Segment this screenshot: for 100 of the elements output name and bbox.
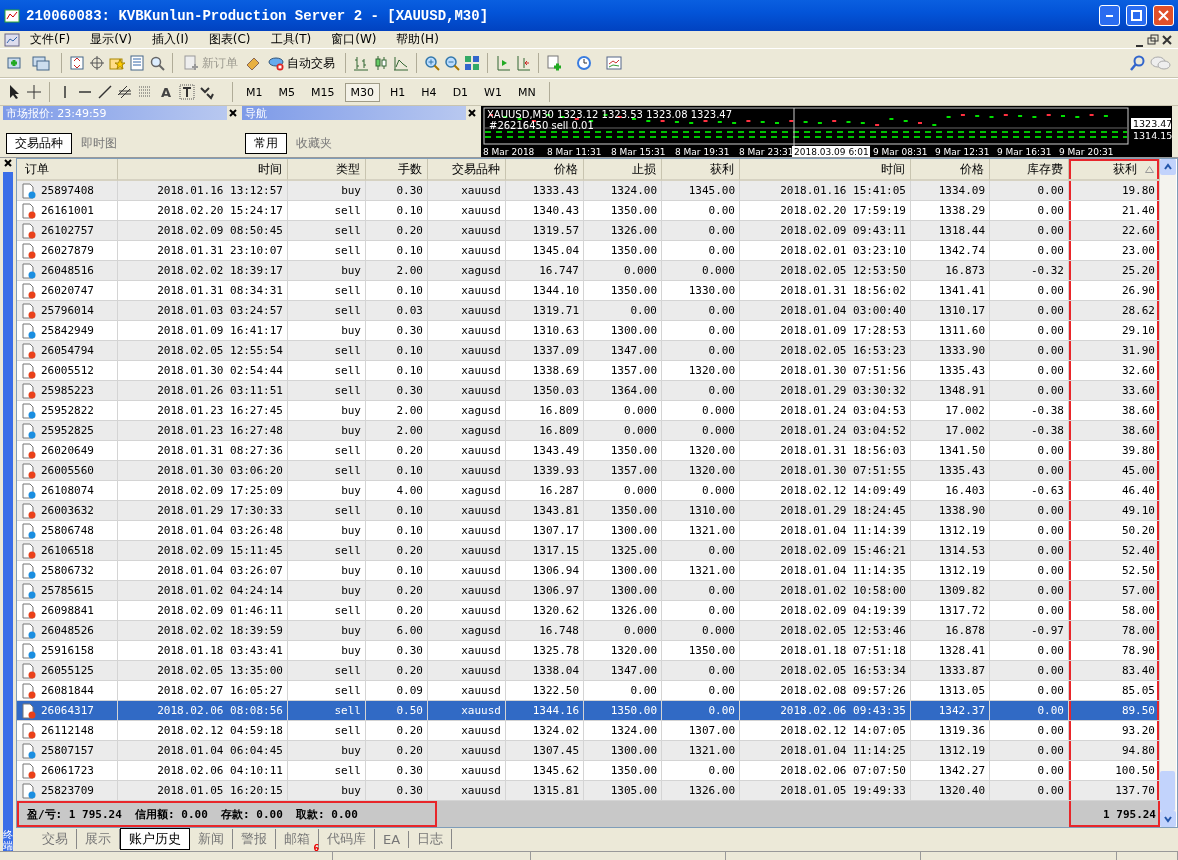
panel-tab[interactable]: 常用: [245, 133, 287, 154]
time-label: 9 Mar 16:31: [997, 147, 1052, 157]
crosshair-icon[interactable]: [89, 55, 105, 71]
restore-icon[interactable]: [1146, 32, 1160, 47]
table-cell: 0.000: [662, 621, 740, 641]
table-row[interactable]: 26106518 2018.02.09 15:11:45 sell 0.20 xauusd 1317.15 1325.00 0.00 2018.02.09 15:46:21 1314.53 0.00 52.40: [17, 541, 1160, 561]
close-button[interactable]: [1153, 5, 1174, 26]
table-row[interactable]: 26048516 2018.02.02 18:39:17 buy 2.00 xagusd 16.747 0.000 0.000 2018.02.05 12:53:50 16.873 -0.32 25.20: [17, 261, 1160, 281]
menu-item[interactable]: 显示(V): [80, 31, 142, 48]
search-icon[interactable]: [1130, 55, 1146, 71]
scroll-down-icon[interactable]: [1163, 814, 1173, 824]
autoscroll-icon[interactable]: [495, 55, 511, 71]
table-cell: 0.00: [990, 541, 1069, 561]
table-row[interactable]: 26054794 2018.02.05 12:55:54 sell 0.10 xauusd 1337.09 1347.00 0.00 2018.02.05 16:53:23 1333.90 0.00 31.90: [17, 341, 1160, 361]
table-row[interactable]: 25807157 2018.01.04 06:04:45 buy 0.20 xauusd 1307.45 1300.00 1321.00 2018.01.04 11:14:25 1312.19 0.00 94.80: [17, 741, 1160, 761]
timeframe-button[interactable]: MN: [511, 82, 542, 102]
table-cell: 0.10: [366, 341, 428, 361]
table-cell: 0.000: [662, 261, 740, 281]
table-cell: 2018.01.24 03:04:52: [740, 421, 911, 441]
timeframe-button[interactable]: M15: [305, 82, 341, 102]
chart-window-icon[interactable]: [4, 31, 20, 48]
close-icon[interactable]: [1160, 32, 1174, 47]
scrollbar[interactable]: [1160, 159, 1176, 827]
table-cell: 0.00: [662, 381, 740, 401]
zoom-out-icon[interactable]: [444, 55, 460, 71]
chart-shift-icon[interactable]: [515, 55, 531, 71]
terminal-tab[interactable]: 交易: [34, 829, 77, 849]
bucket-icon[interactable]: [245, 55, 261, 71]
terminal-tab[interactable]: 代码库: [319, 829, 375, 849]
table-row[interactable]: 26064317 2018.02.06 08:08:56 sell 0.50 xauusd 1344.16 1350.00 0.00 2018.02.06 09:43:35 1342.37 0.00 89.50: [17, 701, 1160, 721]
terminal-tab[interactable]: 邮箱 6: [276, 829, 319, 849]
menu-item[interactable]: 窗口(W): [321, 31, 387, 48]
column-header[interactable]: 获利: [1069, 159, 1160, 181]
channel-icon[interactable]: [117, 84, 133, 100]
table-row[interactable]: 25952825 2018.01.23 16:27:48 buy 2.00 xagusd 16.809 0.000 0.000 2018.01.24 03:04:52 17.002 -0.38 38.60: [17, 421, 1160, 441]
menu-item[interactable]: 图表(C): [198, 31, 261, 48]
price-label: 1314.15: [1133, 130, 1172, 141]
menu-item[interactable]: 插入(I): [141, 31, 199, 48]
table-cell: 0.03: [366, 301, 428, 321]
table-row[interactable]: 26102757 2018.02.09 08:50:45 sell 0.20 xauusd 1319.57 1326.00 0.00 2018.02.09 09:43:11 1318.44 0.00 22.60: [17, 221, 1160, 241]
timeframe-button[interactable]: M5: [272, 82, 302, 102]
terminal-tab[interactable]: 账户历史: [120, 828, 190, 850]
text-tool[interactable]: A: [157, 84, 176, 100]
panel-tab[interactable]: 交易品种: [6, 133, 72, 154]
scroll-thumb[interactable]: [1160, 771, 1175, 811]
table-row[interactable]: 25823709 2018.01.05 16:20:15 buy 0.30 xauusd 1315.81 1305.00 1326.00 2018.01.05 19:49:33 1320.40 0.00 137.70: [17, 781, 1160, 801]
close-icon[interactable]: [466, 107, 478, 119]
table-row[interactable]: 25985223 2018.01.26 03:11:51 sell 0.30 xauusd 1350.03 1364.00 0.00 2018.01.29 03:30:32 1348.91 0.00 33.60: [17, 381, 1160, 401]
candlestick-icon[interactable]: [373, 55, 389, 71]
close-icon[interactable]: [227, 107, 239, 119]
auto-trading-button[interactable]: 自动交易: [265, 52, 338, 74]
timeframe-button[interactable]: H4: [415, 82, 443, 102]
timeframe-button[interactable]: H1: [384, 82, 412, 102]
table-row[interactable]: 25897408 2018.01.16 13:12:57 buy 0.30 xauusd 1333.43 1324.00 1345.00 2018.01.16 15:41:05 1334.09 0.00 19.80: [17, 181, 1160, 201]
table-cell: 0.00: [662, 221, 740, 241]
table-row[interactable]: 26005560 2018.01.30 03:06:20 sell 0.10 xauusd 1339.93 1357.00 1320.00 2018.01.30 07:51:55 1335.43 0.00 45.00: [17, 461, 1160, 481]
timeframe-button[interactable]: D1: [446, 82, 475, 102]
table-cell: sell: [288, 541, 366, 561]
table-cell: 2018.02.06 09:43:35: [740, 701, 911, 721]
table-row[interactable]: 26048526 2018.02.02 18:39:59 buy 6.00 xagusd 16.748 0.000 0.000 2018.02.05 12:53:46 16.878 -0.97 78.00: [17, 621, 1160, 641]
bar-chart-icon[interactable]: [353, 55, 369, 71]
zoom-in-icon[interactable]: [424, 55, 440, 71]
table-cell: xauusd: [428, 221, 506, 241]
close-icon[interactable]: [3, 158, 13, 168]
line-chart-icon[interactable]: [393, 55, 409, 71]
table-row[interactable]: 26003632 2018.01.29 17:30:33 sell 0.10 xauusd 1343.81 1350.00 1310.00 2018.01.29 18:24:45 1338.90 0.00 49.10: [17, 501, 1160, 521]
magnifier-icon[interactable]: [149, 55, 165, 71]
terminal-tab[interactable]: 新闻: [190, 829, 233, 849]
timeframe-button[interactable]: M30: [344, 82, 381, 102]
table-row[interactable]: 26055125 2018.02.05 13:35:00 sell 0.20 xauusd 1338.04 1347.00 0.00 2018.02.05 16:53:34 1333.87 0.00 83.40: [17, 661, 1160, 681]
timeframe-button[interactable]: W1: [478, 82, 508, 102]
menu-item[interactable]: 文件(F): [20, 31, 81, 48]
table-cell: 2018.01.05 16:20:15: [118, 781, 288, 801]
minimize-button[interactable]: [1099, 5, 1120, 26]
table-row[interactable]: 25796014 2018.01.03 03:24:57 sell 0.03 xauusd 1319.71 0.00 0.00 2018.01.04 03:00:40 1310.17 0.00 28.62: [17, 301, 1160, 321]
terminal-tab[interactable]: EA: [375, 830, 410, 848]
scroll-up-icon[interactable]: [1163, 162, 1173, 172]
table-row[interactable]: 25785615 2018.01.02 04:24:14 buy 0.20 xauusd 1306.97 1300.00 0.00 2018.01.02 10:58:00 1309.82 0.00 57.00: [17, 581, 1160, 601]
table-cell: 1309.82: [911, 581, 990, 601]
terminal-tab[interactable]: 日志: [409, 829, 453, 849]
table-cell: 26064317: [41, 704, 94, 717]
menu-item[interactable]: 工具(T): [260, 31, 322, 48]
table-cell: 26020747: [41, 284, 94, 297]
tile-windows-icon[interactable]: [464, 55, 480, 71]
label-icon[interactable]: [179, 84, 196, 100]
timeframe-button[interactable]: M1: [240, 82, 269, 102]
table-cell: 0.00: [990, 381, 1069, 401]
panel-tab[interactable]: 即时图: [72, 133, 126, 154]
panel-tab[interactable]: 收藏夹: [287, 133, 341, 154]
minimize-icon[interactable]: [1135, 44, 1143, 47]
menu-item[interactable]: 帮助(H): [386, 31, 449, 48]
trend-line-icon[interactable]: [97, 84, 113, 100]
table-cell: xauusd: [428, 581, 506, 601]
arrows-window-icon[interactable]: [69, 55, 85, 71]
maximize-button[interactable]: [1126, 5, 1147, 26]
table-cell: 26005512: [41, 364, 94, 377]
stop-badge-icon[interactable]: [268, 55, 284, 71]
terminal-tab[interactable]: 警报: [233, 829, 276, 849]
table-cell: 1342.37: [911, 701, 990, 721]
list-window-icon[interactable]: [129, 55, 145, 71]
